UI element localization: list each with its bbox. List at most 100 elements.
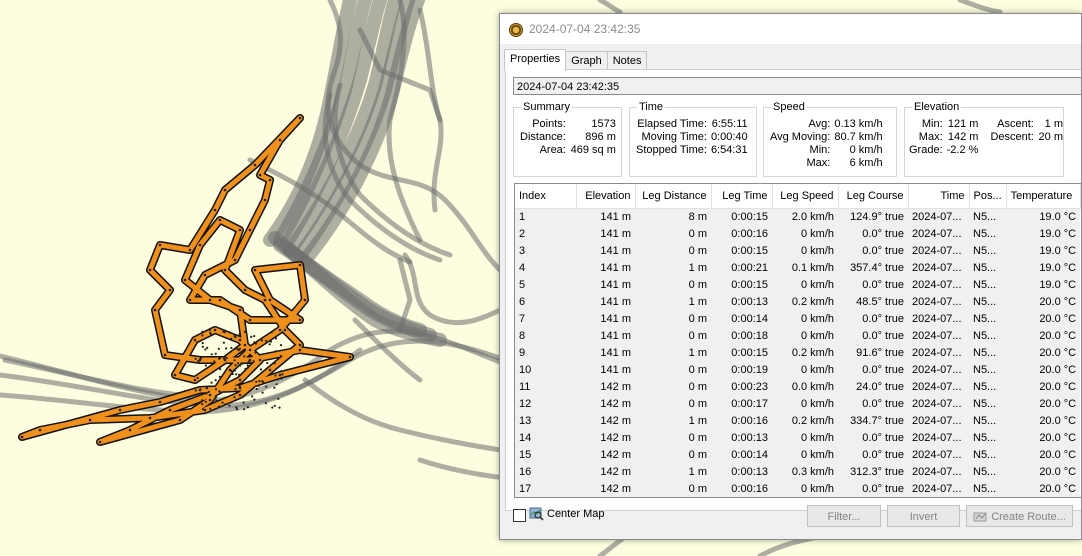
trackpoint-dot [243, 408, 246, 411]
table-cell: 0.0° true [838, 396, 908, 413]
trackpoint-dot [205, 392, 208, 395]
create-route-button[interactable]: Create Route... [966, 505, 1073, 527]
column-header[interactable]: Leg Speed [772, 184, 839, 209]
trackpoint-dot [238, 308, 242, 312]
trackpoint-dot [298, 116, 302, 120]
table-cell: 14 [515, 430, 576, 447]
trackpoint-table[interactable]: Index Elevation Leg Distance Leg Time Leg Sp… [514, 183, 1081, 498]
table-cell: 0.3 km/h [772, 464, 838, 481]
table-row[interactable]: 10 141 m0 m 0:00:19 0 km/h 0.0° true 2024-07.… [515, 362, 1081, 379]
trackpoint-dot [257, 384, 260, 387]
invert-button[interactable]: Invert [887, 505, 960, 527]
column-header[interactable]: Leg Distance [635, 184, 712, 209]
table-row[interactable]: 4 141 m1 m 0:00:21 0.1 km/h 357.4° true 2024-… [515, 260, 1081, 277]
trackpoint-dot [188, 248, 192, 252]
trackpoint-dot [203, 408, 207, 412]
tab-graph[interactable]: Graph [565, 51, 608, 70]
table-row[interactable]: 16 142 m1 m 0:00:13 0.3 km/h 312.3° true 2024… [515, 464, 1081, 481]
table-row[interactable]: 2 141 m0 m 0:00:16 0 km/h 0.0° true 2024-07..… [515, 226, 1081, 243]
trackpoint-dot [204, 364, 207, 367]
trackpoint-dot [246, 406, 249, 409]
column-header[interactable]: Temperature [1006, 184, 1081, 209]
trackpoint-dot [263, 198, 267, 202]
table-cell: 0:00:13 [711, 464, 772, 481]
trackpoint-dot [253, 398, 256, 401]
table-cell: N5... [969, 208, 1007, 226]
table-cell: 0 km/h [772, 328, 838, 345]
table-row[interactable]: 6 141 m1 m 0:00:13 0.2 km/h 48.5° true 2024-0… [515, 294, 1081, 311]
table-row[interactable]: 7 141 m0 m 0:00:14 0 km/h 0.0° true 2024-07..… [515, 311, 1081, 328]
trackpoint-dot [214, 379, 217, 382]
tab-notes[interactable]: Notes [606, 51, 648, 70]
table-row[interactable]: 5 141 m0 m 0:00:15 0 km/h 0.0° true 2024-07..… [515, 277, 1081, 294]
avg-moving-speed-label: Avg Moving: [770, 131, 831, 143]
column-header[interactable]: Elevation [576, 184, 636, 209]
table-row[interactable]: 8 141 m0 m 0:00:18 0 km/h 0.0° true 2024-07..… [515, 328, 1081, 345]
trackpoint-dot [208, 298, 212, 302]
table-cell: 1 m [635, 294, 711, 311]
title-bar[interactable]: 2024-07-04 23:42:35 [500, 14, 1081, 44]
table-row[interactable]: 12 142 m0 m 0:00:17 0 km/h 0.0° true 2024-07.… [515, 396, 1081, 413]
trackpoint-dot [198, 361, 201, 365]
track-name-field[interactable]: 2024-07-04 23:42:35 [513, 77, 1081, 95]
table-cell: 19.0 °C [1006, 208, 1081, 226]
table-row[interactable]: 11 142 m0 m 0:00:23 0.0 km/h 24.0° true 2024-… [515, 379, 1081, 396]
trackpoint-dot [233, 359, 236, 362]
table-cell: 142 m [576, 464, 635, 481]
selected-track[interactable] [18, 114, 354, 446]
ascent-label: Ascent: [997, 118, 1034, 130]
table-cell: 8 m [635, 208, 711, 226]
trackpoint-dot [222, 341, 225, 344]
table-row[interactable]: 14 142 m0 m 0:00:13 0 km/h 0.0° true 2024-07.… [515, 430, 1081, 447]
table-row[interactable]: 1 141 m8 m 0:00:15 2.0 km/h 124.9° true 2024-… [515, 208, 1081, 226]
table-cell: 2024-07... [908, 243, 969, 260]
table-cell: 142 m [576, 481, 635, 497]
table-row[interactable]: 15 142 m0 m 0:00:14 0 km/h 0.0° true 2024-07.… [515, 447, 1081, 464]
table-cell: 2 [515, 226, 576, 243]
center-map-label[interactable]: Center Map [547, 508, 604, 520]
table-cell: 0:00:14 [711, 447, 772, 464]
filter-button[interactable]: Filter... [807, 505, 881, 527]
table-cell: 7 [515, 311, 576, 328]
center-map-checkbox[interactable] [513, 509, 526, 522]
trackpoint-dot [223, 355, 227, 358]
trackpoint-dot [238, 386, 242, 390]
speed-caption: Speed [771, 101, 807, 113]
trackpoint-dot [38, 428, 42, 432]
table-cell: 2024-07... [908, 345, 969, 362]
table-row[interactable]: 3 141 m0 m 0:00:15 0 km/h 0.0° true 2024-07..… [515, 243, 1081, 260]
table-cell: 0.0° true [838, 277, 908, 294]
table-cell: 1 m [635, 260, 711, 277]
avg-speed-label: Avg: [808, 118, 831, 130]
column-header[interactable]: Leg Course [838, 184, 909, 209]
column-header[interactable]: Time [908, 184, 970, 209]
trackpoint-dot [221, 401, 224, 404]
table-cell: 0.2 km/h [772, 413, 838, 430]
table-cell: 0 km/h [772, 396, 838, 413]
column-header[interactable]: Index [515, 184, 577, 209]
tab-properties[interactable]: Properties [504, 49, 567, 71]
trackpoint-dot [233, 334, 236, 338]
trackpoint-dot [208, 329, 211, 332]
table-cell: 19.0 °C [1006, 226, 1081, 243]
table-cell: 0:00:16 [711, 481, 772, 497]
grade-label: Grade: [909, 144, 943, 156]
table-cell: 0.0 km/h [772, 379, 838, 396]
trackpoint-dot [204, 400, 207, 403]
table-cell: 0 km/h [772, 481, 838, 497]
column-header[interactable]: Pos... [969, 184, 1007, 209]
table-row[interactable]: 17 142 m0 m 0:00:16 0 km/h 0.0° true 2024-07.… [515, 481, 1081, 497]
column-header[interactable]: Leg Time [711, 184, 773, 209]
table-row[interactable]: 9 141 m1 m 0:00:15 0.2 km/h 91.6° true 2024-0… [515, 345, 1081, 362]
table-cell: 16 [515, 464, 576, 481]
trackpoint-dot [264, 402, 267, 405]
table-cell: 142 m [576, 396, 635, 413]
trackpoint-dot [280, 370, 283, 373]
trackpoint-dot [238, 378, 242, 382]
speed-group: Speed Avg: 0.13 km/h Avg Moving: 80.7 km/h… [763, 101, 897, 177]
table-cell: 2024-07... [908, 447, 969, 464]
trackpoint-dot [271, 406, 274, 409]
table-row[interactable]: 13 142 m1 m 0:00:16 0.2 km/h 334.7° true 2024… [515, 413, 1081, 430]
table-cell: 0.2 km/h [772, 345, 838, 362]
trackpoint-dot [193, 338, 197, 342]
